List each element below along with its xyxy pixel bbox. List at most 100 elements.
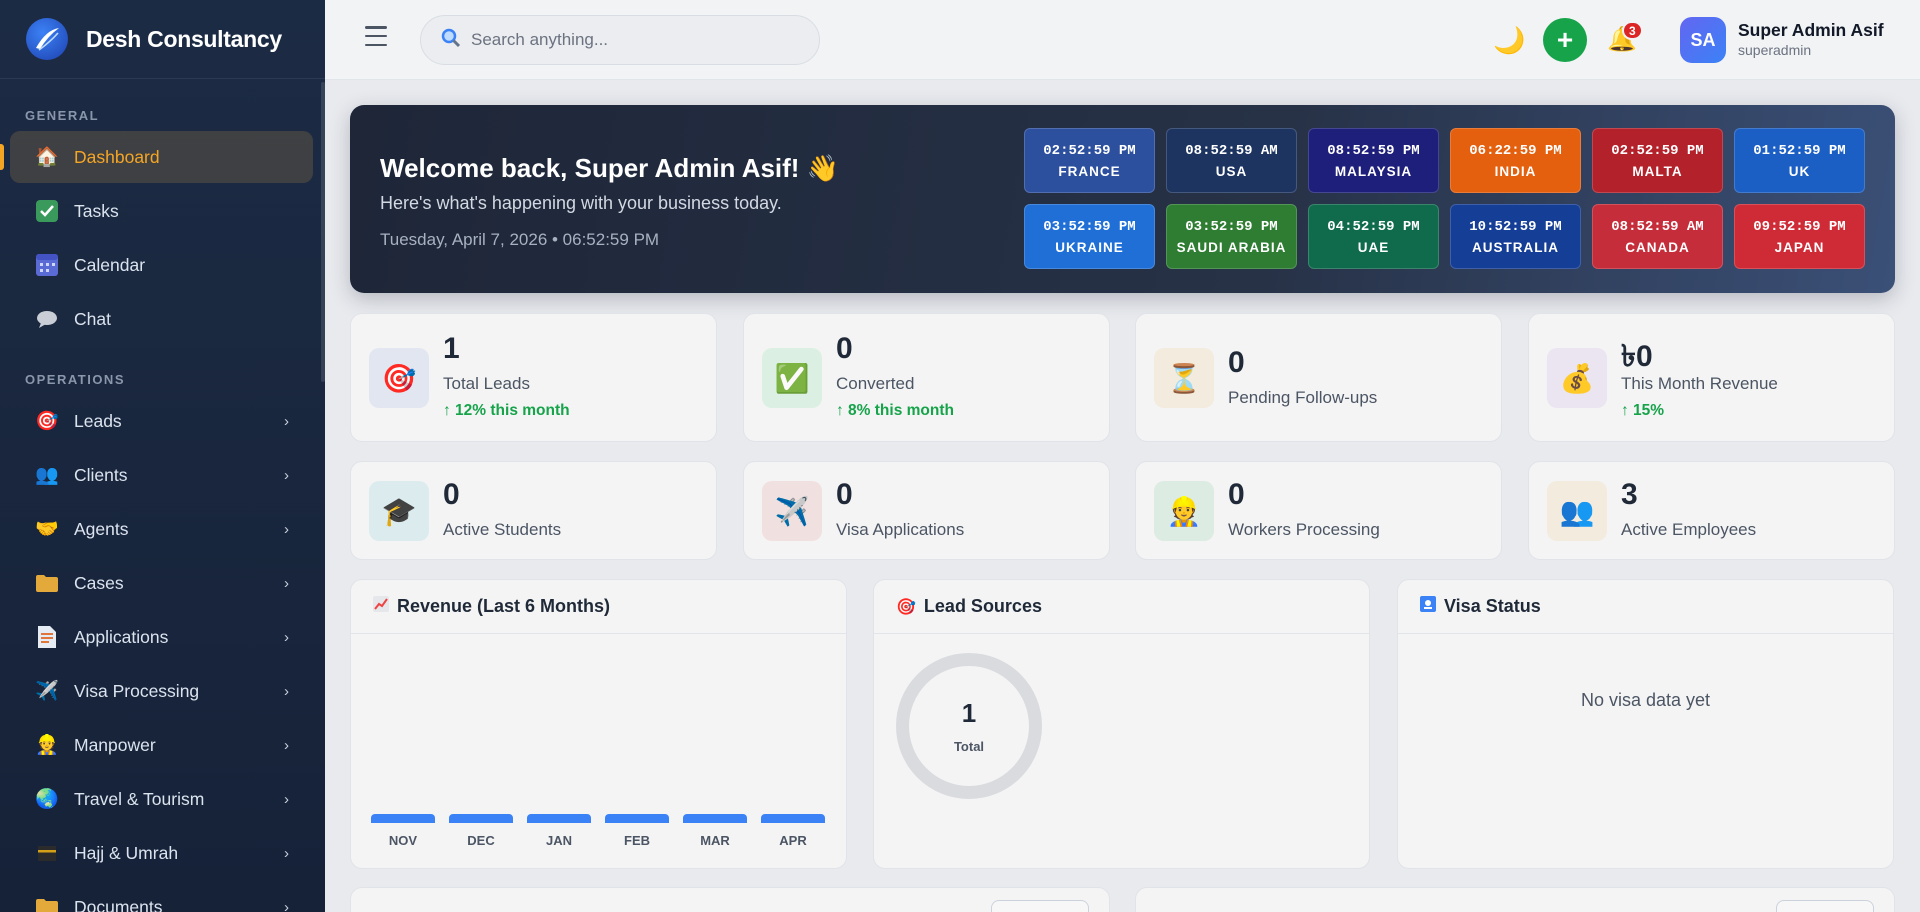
sidebar-item-label: Travel & Tourism (74, 788, 205, 809)
sidebar-item-manpower[interactable]: 👷 Manpower › (10, 719, 313, 771)
menu-toggle-icon[interactable] (365, 26, 387, 46)
month-label: JAN (545, 833, 572, 848)
clock-time: 02:52:59 PM (1043, 142, 1136, 159)
revenue-bar[interactable] (761, 814, 825, 823)
panel-header: Visa Status (1398, 580, 1893, 634)
month-label: DEC (467, 833, 495, 848)
bottom-card-left (350, 887, 1110, 912)
chevron-right-icon: › (284, 898, 289, 912)
topbar: 🌙 + 🔔 3 SA Super Admin Asif superadmin (325, 0, 1920, 80)
stat-card[interactable]: 💰 ৳0 This Month Revenue ↑ 15% (1528, 313, 1895, 442)
revenue-panel: Revenue (Last 6 Months) NOV DEC JAN FEB … (350, 579, 847, 869)
stat-label: This Month Revenue (1621, 374, 1778, 393)
sidebar-item-dashboard[interactable]: 🏠 Dashboard (0, 131, 313, 183)
dark-mode-toggle-icon[interactable]: 🌙 (1493, 25, 1525, 56)
chevron-right-icon: › (284, 628, 289, 646)
chevron-right-icon: › (284, 574, 289, 592)
sidebar-item-label: Manpower (74, 734, 156, 755)
month-label: FEB (624, 833, 650, 848)
stat-label: Converted (836, 374, 915, 393)
world-clock-saudi-arabia: 03:52:59 PM SAUDI ARABIA (1166, 204, 1297, 269)
sidebar-item-label: Agents (74, 518, 129, 539)
avatar[interactable]: SA (1680, 17, 1726, 63)
world-clock-malta: 02:52:59 PM MALTA (1592, 128, 1723, 193)
airplane-icon: ✈️ (35, 681, 59, 702)
sidebar-item-visa-processing[interactable]: ✈️ Visa Processing › (10, 665, 313, 717)
revenue-bar[interactable] (449, 814, 513, 823)
month-label: APR (779, 833, 807, 848)
month-label: NOV (388, 833, 418, 848)
revenue-bar[interactable] (371, 814, 435, 823)
sidebar-item-cases[interactable]: Cases › (10, 557, 313, 609)
stat-card[interactable]: 🎯 1 Total Leads ↑ 12% this month (350, 313, 717, 442)
revenue-bar[interactable] (605, 814, 669, 823)
sidebar-item-label: Tasks (74, 200, 119, 221)
clock-time: 06:22:59 PM (1469, 142, 1562, 159)
quick-add-button[interactable]: + (1543, 18, 1587, 62)
revenue-bar[interactable] (527, 814, 591, 823)
card-action-button[interactable] (991, 900, 1089, 912)
panel-header: Revenue (Last 6 Months) (351, 580, 846, 634)
world-clock-canada: 08:52:59 AM CANADA (1592, 204, 1723, 269)
clock-time: 04:52:59 PM (1327, 218, 1420, 235)
clock-country: UAE (1357, 239, 1390, 255)
current-datetime: Tuesday, April 7, 2026 • 06:52:59 PM (380, 230, 660, 249)
stat-card[interactable]: 👥 3 Active Employees (1528, 461, 1895, 560)
stat-value: 0 (836, 478, 853, 511)
welcome-subtitle: Here's what's happening with your busine… (380, 193, 782, 213)
clock-country: CANADA (1625, 239, 1690, 255)
money-bag-icon: 💰 (1547, 348, 1607, 408)
sidebar: Desh Consultancy GENERAL 🏠 Dashboard Tas… (0, 0, 325, 912)
nav-section-general: GENERAL (25, 107, 100, 123)
sidebar-item-label: Calendar (74, 254, 146, 275)
clock-country: FRANCE (1058, 163, 1121, 179)
sidebar-item-label: Visa Processing (74, 680, 200, 701)
house-icon: 🏠 (35, 147, 59, 168)
search-box[interactable] (420, 15, 820, 65)
sidebar-item-clients[interactable]: 👥 Clients › (10, 449, 313, 501)
stat-card[interactable]: 🎓 0 Active Students (350, 461, 717, 560)
sidebar-item-documents[interactable]: Documents › (10, 881, 313, 912)
sidebar-item-leads[interactable]: 🎯 Leads › (10, 395, 313, 447)
lead-sources-panel: 🎯 Lead Sources 1 Total (873, 579, 1370, 869)
stat-card[interactable]: ✅ 0 Converted ↑ 8% this month (743, 313, 1110, 442)
search-input[interactable] (471, 30, 801, 50)
sidebar-item-agents[interactable]: 🤝 Agents › (10, 503, 313, 555)
card-action-button[interactable] (1776, 900, 1874, 912)
people-icon: 👥 (1547, 481, 1607, 541)
sidebar-item-label: Clients (74, 464, 128, 485)
clock-country: MALTA (1632, 163, 1683, 179)
stat-card[interactable]: 👷 0 Workers Processing (1135, 461, 1502, 560)
clock-time: 10:52:59 PM (1469, 218, 1562, 235)
stat-card[interactable]: ✈️ 0 Visa Applications (743, 461, 1110, 560)
stat-trend: ↑ 8% this month (836, 402, 954, 419)
airplane-icon: ✈️ (762, 481, 822, 541)
month-label: MAR (700, 833, 730, 848)
sidebar-scrollbar[interactable] (321, 82, 325, 382)
stat-label: Active Employees (1621, 520, 1757, 539)
worker-icon: 👷 (1154, 481, 1214, 541)
brand[interactable]: Desh Consultancy (0, 0, 325, 79)
panel-title: Visa Status (1444, 596, 1541, 616)
clock-country: SAUDI ARABIA (1176, 239, 1287, 255)
sidebar-item-hajj-umrah[interactable]: Hajj & Umrah › (10, 827, 313, 879)
sidebar-item-calendar[interactable]: Calendar (10, 239, 313, 291)
handshake-icon: 🤝 (35, 519, 59, 540)
revenue-bar[interactable] (683, 814, 747, 823)
revenue-months: NOV DEC JAN FEB MAR APR (371, 833, 825, 848)
sidebar-item-chat[interactable]: Chat (10, 293, 313, 345)
user-role: superadmin (1738, 42, 1812, 58)
document-icon (34, 624, 60, 650)
chevron-right-icon: › (284, 682, 289, 700)
sidebar-item-applications[interactable]: Applications › (10, 611, 313, 663)
stat-trend: ↑ 15% (1621, 402, 1665, 419)
chevron-right-icon: › (284, 466, 289, 484)
clock-country: INDIA (1494, 163, 1537, 179)
empty-state-text: No visa data yet (1580, 690, 1711, 710)
sidebar-item-tasks[interactable]: Tasks (10, 185, 313, 237)
user-name[interactable]: Super Admin Asif (1738, 20, 1884, 41)
sidebar-item-travel-tourism[interactable]: 🌏 Travel & Tourism › (10, 773, 313, 825)
people-icon: 👥 (35, 465, 59, 486)
stat-card[interactable]: ⏳ 0 Pending Follow-ups (1135, 313, 1502, 442)
clock-time: 08:52:59 PM (1327, 142, 1420, 159)
